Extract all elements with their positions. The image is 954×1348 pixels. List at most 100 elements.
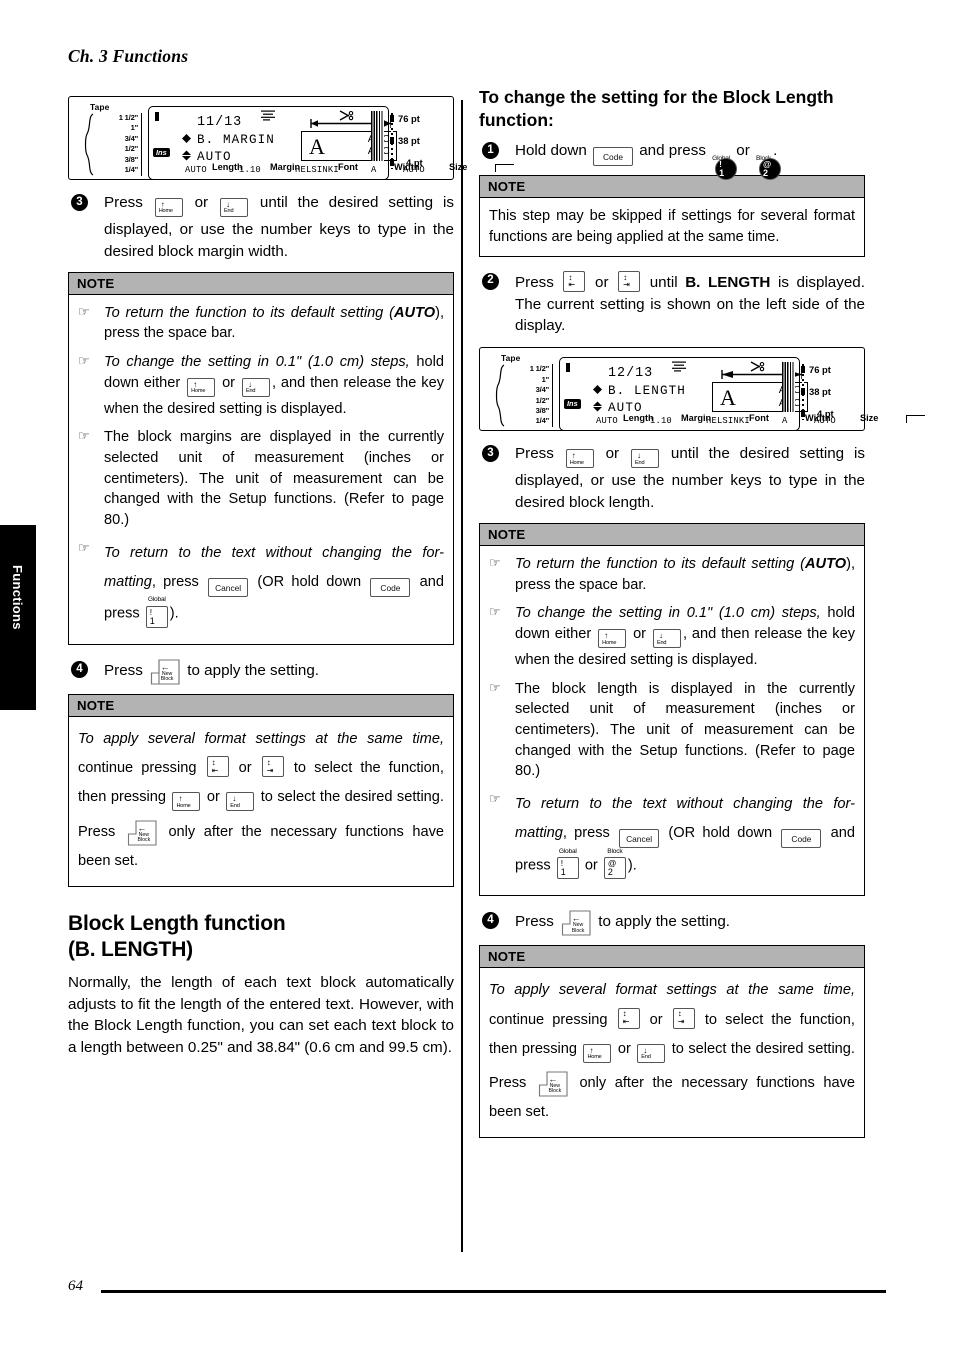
lcd-figure-b-margin: Tape 1 1/2" 1" 3/4" 1/2" 3/8" 1/4" Ins 1… — [68, 96, 514, 180]
figure-label-length: Length — [212, 162, 243, 172]
right-column: To change the setting for the Block Leng… — [479, 86, 925, 1152]
pointing-hand-icon: ☞ — [489, 679, 501, 695]
key-label: Home — [176, 802, 191, 809]
note-item: ☞ To return the function to its default … — [489, 554, 855, 595]
note-text-bold: AUTO — [393, 304, 436, 321]
text-align-icon — [671, 361, 686, 372]
pt-scale-label: 76 pt — [809, 364, 831, 376]
end-key[interactable]: ↓ End — [226, 788, 255, 817]
note-text-part: to select the function, — [704, 1011, 855, 1028]
pointing-hand-icon: ☞ — [78, 428, 90, 444]
figure-label-elbow — [906, 415, 925, 424]
tape-size-item: 1/2" — [535, 395, 550, 405]
home-key[interactable]: ↑ Home — [172, 788, 201, 817]
document-page: Ch. 3 Functions Functions Tape 1 1/2" 1"… — [0, 0, 954, 1348]
key-arrow-glyph: ↓ — [658, 631, 663, 641]
right-cursor-key[interactable]: ↕ ⇥ — [261, 756, 284, 778]
right-cursor-key[interactable]: ↕ ⇥ — [672, 1007, 695, 1029]
note-text: This step may be skipped if settings for… — [489, 208, 855, 245]
figure-label-length: Length — [623, 413, 654, 424]
size-bargraph — [782, 362, 795, 413]
code-key[interactable]: Code — [593, 147, 633, 167]
note-text-italic: To change the setting in 0.1" (1.0 cm) s… — [104, 354, 410, 371]
tape-size-item: 1/2" — [124, 144, 139, 154]
left-cursor-key[interactable]: ↕ ⇤ — [617, 1007, 640, 1029]
global-key[interactable]: Global !1 — [556, 848, 579, 886]
new-block-key[interactable]: ← New Block — [150, 659, 180, 685]
note-item: ☞ The block margins are displayed in the… — [78, 427, 444, 531]
note-text-part: then pressing — [489, 1040, 577, 1057]
pointing-hand-icon: ☞ — [78, 353, 90, 369]
code-key[interactable]: Code — [781, 829, 822, 849]
cancel-key[interactable]: Cancel — [619, 829, 660, 849]
end-key[interactable]: ↓ End — [637, 1040, 666, 1069]
tape-size-item: 1 1/2" — [118, 113, 138, 122]
note-body: To apply several format settings at the … — [69, 717, 453, 886]
step-4-left: 4 Press ← New Block to apply the setting. — [68, 659, 454, 685]
note-text-part: ). — [169, 605, 179, 622]
status-length: AUTO — [185, 165, 207, 175]
tape-label: Tape — [501, 353, 521, 364]
home-key[interactable]: ↑ Home — [598, 629, 627, 650]
page-number: 64 — [68, 1278, 83, 1294]
code-key[interactable]: Code — [370, 578, 411, 598]
new-block-key[interactable]: ← New Block — [538, 1071, 568, 1097]
right-cursor-key[interactable]: ↕ ⇥ — [618, 270, 641, 292]
page-footer: 64 — [68, 1278, 886, 1298]
note-body: This step may be skipped if settings for… — [480, 198, 864, 255]
ins-badge: Ins — [153, 148, 170, 158]
home-key[interactable]: ↑ Home — [154, 197, 183, 219]
home-key[interactable]: ↑ Home — [565, 448, 594, 470]
home-key[interactable]: ↑ Home — [583, 1040, 612, 1069]
side-tab-functions: Functions — [0, 525, 36, 710]
key-cap-label: Block — [607, 847, 623, 855]
figure-label-margin: Margin — [270, 162, 301, 172]
preview-big-letter: A — [309, 134, 325, 159]
status-length: AUTO — [596, 416, 618, 427]
key-cap-label: Global — [147, 596, 166, 604]
key-label: Home — [191, 388, 206, 395]
left-cursor-key[interactable]: ↕ ⇤ — [206, 756, 229, 778]
new-block-key[interactable]: ← New Block — [561, 910, 591, 936]
step-text-part: Press — [104, 662, 143, 680]
block-key[interactable]: Block @2 — [603, 847, 626, 886]
tape-size-item: 1" — [541, 374, 550, 384]
step-text-part: . — [773, 142, 778, 160]
block-key[interactable]: Block @2 — [756, 156, 782, 181]
footer-rule — [101, 1290, 886, 1293]
step-number: 2 — [482, 272, 499, 290]
pointing-hand-icon: ☞ — [489, 604, 501, 620]
end-key[interactable]: ↓ End — [220, 197, 249, 219]
step-number: 1 — [482, 142, 499, 160]
key-bottom-glyph: 2 — [607, 866, 613, 877]
left-cursor-key[interactable]: ↕ ⇤ — [563, 270, 586, 292]
key-bottom-glyph: 1 — [149, 615, 155, 626]
home-key[interactable]: ↑ Home — [187, 377, 216, 399]
left-right-diamond-icon — [592, 384, 603, 398]
note-text-part: , press — [151, 574, 199, 591]
global-key[interactable]: Global !1 — [145, 596, 168, 634]
pt-scale-label: 76 pt — [398, 113, 420, 124]
cancel-key[interactable]: Cancel — [208, 578, 249, 598]
note-text-italic: To change the setting in 0.1" (1.0 cm) s… — [515, 605, 821, 622]
step-text: Press ↑ Home or ↓ End until the desired se… — [104, 192, 454, 263]
note-text-part: or — [222, 374, 236, 391]
end-key[interactable]: ↓ End — [241, 377, 270, 399]
chapter-heading: Ch. 3 Functions — [68, 46, 189, 66]
end-key[interactable]: ↓ End — [631, 448, 660, 470]
note-header: NOTE — [480, 176, 864, 199]
section-heading-line2: (B. LENGTH) — [68, 937, 193, 961]
key-bottom-glyph: 2 — [763, 167, 769, 178]
new-block-key[interactable]: ← New Block — [127, 820, 157, 846]
note-item: To apply several format settings at the … — [489, 976, 855, 1127]
global-key[interactable]: Global !1 — [712, 156, 738, 181]
figure-footer-labels: Length Margin Font Width Size — [212, 162, 514, 174]
lcd-figure-b-length: Tape 1 1/2" 1" 3/4" 1/2" 3/8" 1/4" Ins 1… — [479, 347, 925, 432]
note-item: To apply several format settings at the … — [78, 725, 444, 876]
step-text-part: or — [605, 445, 620, 463]
pointing-hand-icon: ☞ — [489, 791, 501, 807]
note-text-part: or — [649, 1011, 663, 1028]
note-item: ☞ To return the function to its default … — [78, 303, 444, 344]
note-text-part: continue pressing — [78, 760, 197, 777]
end-key[interactable]: ↓ End — [652, 629, 681, 650]
